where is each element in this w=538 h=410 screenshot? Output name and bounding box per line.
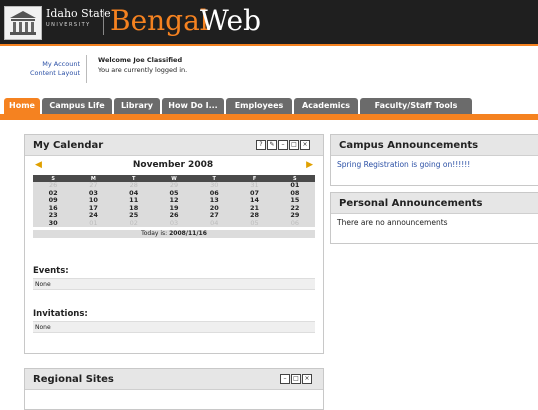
calendar-panel-header: My Calendar ? ✎ – □ × [25, 135, 323, 156]
content-layout-link[interactable]: Content Layout [4, 69, 80, 78]
building-icon [10, 11, 36, 35]
account-links: My Account Content Layout [4, 60, 80, 78]
login-status: You are currently logged in. [98, 66, 188, 74]
tab-campus-life[interactable]: Campus Life [42, 98, 112, 114]
welcome-message: Welcome Joe Classified [98, 56, 183, 64]
events-label: Events: [33, 266, 69, 276]
campus-announcements-header: Campus Announcements [331, 135, 538, 156]
regional-title: Regional Sites [33, 374, 114, 385]
isu-logo[interactable] [4, 6, 42, 40]
calendar-day[interactable]: 02 [114, 219, 154, 228]
invitations-value: None [33, 321, 315, 333]
main-tabs: Home Campus Life Library How Do I... Emp… [0, 98, 538, 114]
calendar-day[interactable]: 03 [154, 219, 194, 228]
user-divider [86, 55, 87, 83]
personal-announcements-header: Personal Announcements [331, 193, 538, 214]
tab-home[interactable]: Home [4, 98, 40, 114]
calendar-day[interactable]: 01 [73, 219, 113, 228]
calendar-day[interactable]: 05 [234, 219, 274, 228]
calendar-day[interactable]: 04 [194, 219, 234, 228]
header-divider [103, 9, 104, 35]
personal-announcement-text: There are no announcements [337, 218, 448, 227]
calendar-day[interactable]: 30 [33, 219, 73, 228]
today-date: 2008/11/16 [169, 230, 207, 237]
tab-library[interactable]: Library [114, 98, 160, 114]
tab-how-do-i[interactable]: How Do I... [162, 98, 224, 114]
maximize-icon[interactable]: □ [289, 140, 299, 150]
university-name: Idaho State [46, 7, 111, 20]
edit-icon[interactable]: ✎ [267, 140, 277, 150]
maximize-icon[interactable]: □ [291, 374, 301, 384]
brand-web: Web [200, 4, 261, 37]
tab-underline [0, 114, 538, 120]
help-icon[interactable]: ? [256, 140, 266, 150]
campus-announcements-title: Campus Announcements [339, 140, 479, 151]
next-month-icon[interactable]: ▶ [306, 160, 313, 170]
calendar-week: 30 01 02 03 04 05 06 [33, 219, 315, 228]
tab-employees[interactable]: Employees [226, 98, 292, 114]
welcome-block: Welcome Joe Classified You are currently… [98, 55, 187, 75]
calendar-grid: S M T W T F S 26 27 28 29 30 31 01 02 03 [33, 175, 315, 227]
personal-announcements-title: Personal Announcements [339, 198, 483, 209]
tab-academics[interactable]: Academics [294, 98, 358, 114]
close-icon[interactable]: × [302, 374, 312, 384]
calendar-panel: My Calendar ? ✎ – □ × ◀ November 2008 ▶ S M … [24, 134, 324, 354]
invitations-label: Invitations: [33, 309, 88, 319]
campus-announcements-panel: Campus Announcements Spring Registration… [330, 134, 538, 186]
regional-controls: – □ × [279, 374, 312, 384]
university-sub: UNIVERSITY [46, 22, 91, 28]
today-label: Today is: [141, 230, 168, 237]
calendar-controls: ? ✎ – □ × [255, 140, 310, 150]
site-header: Idaho State UNIVERSITY Bengal Web [0, 0, 538, 44]
personal-announcements-panel: Personal Announcements There are no anno… [330, 192, 538, 244]
events-value: None [33, 278, 315, 290]
announcement-link[interactable]: Spring Registration is going on!!!!!! [337, 160, 470, 169]
calendar-day[interactable]: 06 [275, 219, 315, 228]
calendar-month: November 2008 [132, 160, 214, 170]
tab-faculty-staff-tools[interactable]: Faculty/Staff Tools [360, 98, 472, 114]
calendar-nav: ◀ November 2008 ▶ [33, 160, 313, 172]
today-indicator: Today is: 2008/11/16 [33, 230, 315, 238]
brand-bengal: Bengal [110, 4, 209, 37]
calendar-title: My Calendar [33, 140, 104, 151]
close-icon[interactable]: × [300, 140, 310, 150]
minimize-icon[interactable]: – [280, 374, 290, 384]
my-account-link[interactable]: My Account [4, 60, 80, 69]
regional-sites-panel: Regional Sites – □ × [24, 368, 324, 410]
minimize-icon[interactable]: – [278, 140, 288, 150]
regional-panel-header: Regional Sites – □ × [25, 369, 323, 390]
header-accent-line [0, 44, 538, 46]
